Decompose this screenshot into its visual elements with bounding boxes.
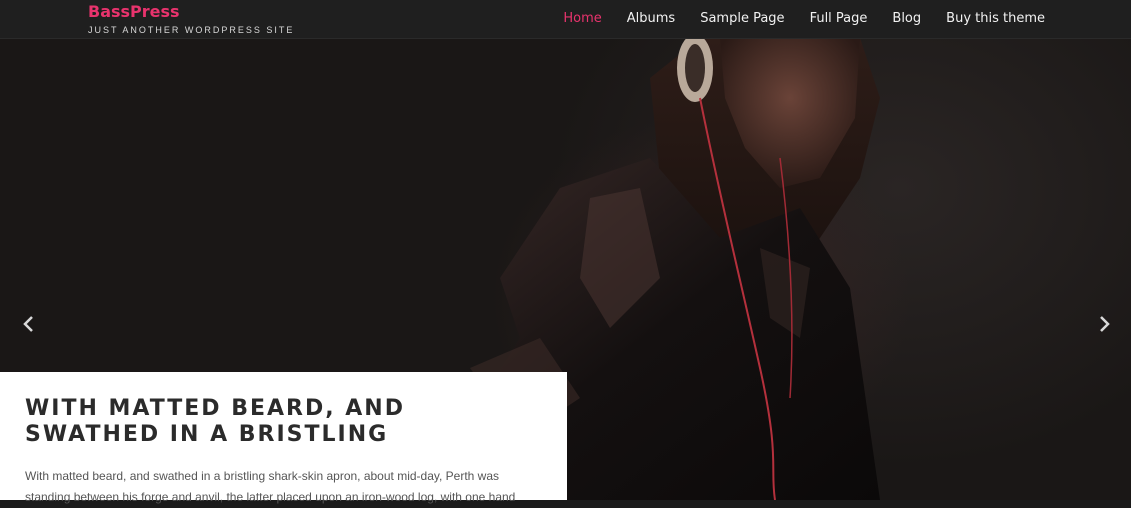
nav-item-buy-theme[interactable]: Buy this theme bbox=[946, 11, 1045, 26]
slide-heading[interactable]: WITH MATTED BEARD, AND SWATHED IN A BRIS… bbox=[25, 396, 545, 448]
slider-next-button[interactable] bbox=[1092, 310, 1116, 338]
nav-item-blog[interactable]: Blog bbox=[892, 11, 921, 26]
nav-item-albums[interactable]: Albums bbox=[627, 11, 675, 26]
nav-item-full-page[interactable]: Full Page bbox=[810, 11, 868, 26]
site-branding: BassPress JUST ANOTHER WORDPRESS SITE bbox=[88, 3, 295, 36]
slide-excerpt: With matted beard, and swathed in a bris… bbox=[25, 469, 516, 504]
nav-item-home[interactable]: Home bbox=[563, 11, 601, 26]
chevron-right-icon bbox=[1100, 316, 1110, 332]
nav-item-sample-page[interactable]: Sample Page bbox=[700, 11, 784, 26]
chevron-left-icon bbox=[23, 316, 33, 332]
site-tagline: JUST ANOTHER WORDPRESS SITE bbox=[88, 25, 295, 35]
slide-caption-card: WITH MATTED BEARD, AND SWATHED IN A BRIS… bbox=[0, 372, 567, 504]
site-title-link[interactable]: BassPress bbox=[88, 3, 294, 21]
slider-prev-button[interactable] bbox=[17, 310, 41, 338]
main-navigation: Home Albums Sample Page Full Page Blog B… bbox=[538, 0, 1045, 36]
site-header: BassPress JUST ANOTHER WORDPRESS SITE Ho… bbox=[0, 0, 1131, 39]
